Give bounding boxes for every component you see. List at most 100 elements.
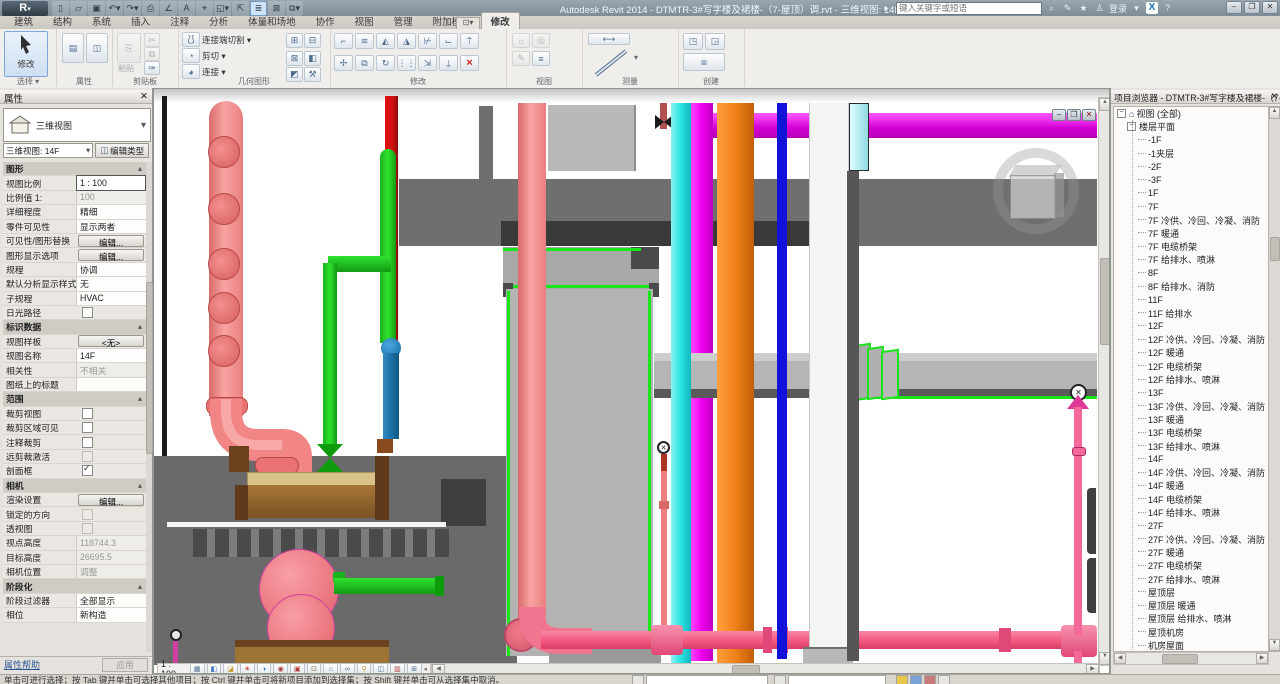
create-group-icon[interactable]: ◳ [683,33,703,50]
hotpink-coupling-1[interactable] [763,627,772,653]
property-row[interactable]: 图形 ▴ [3,162,146,176]
delete-icon[interactable]: × [460,55,479,71]
property-value[interactable]: 不相关 [76,363,146,376]
pipe-bracket[interactable] [377,439,393,453]
array-icon[interactable]: ⋮⋮ [397,55,416,71]
browser-floor-plan-item[interactable]: 12F 给排水、喷淋 [1114,373,1268,386]
valve-neck-pipe[interactable] [661,454,667,471]
ribbon-tab[interactable]: 注释 [160,12,199,29]
isolate-icon[interactable]: ◎ [532,33,550,48]
browser-floor-plan-item[interactable]: -2F [1114,160,1268,173]
sign-in-label[interactable]: 登录 [1109,2,1127,15]
property-value[interactable]: 全部显示 [76,594,146,607]
browser-floor-plan-item[interactable]: 27F 暖通 [1114,546,1268,559]
panel-create-label[interactable]: 创建 [678,76,744,87]
panel-measure-label[interactable]: 测量 [582,76,678,87]
exchange-apps-icon[interactable]: X [1146,2,1158,14]
pipe-flange-4[interactable] [208,292,240,324]
coping-label[interactable]: 连接端切割 ▾ [202,34,251,46]
lower-pad-edge[interactable] [235,640,389,647]
close-button[interactable]: ✕ [1262,1,1278,14]
property-row[interactable]: 相机 ▴ [3,479,146,493]
properties-header[interactable]: 属性 ✕ [0,90,152,104]
ribbon-tab[interactable]: 建筑 [4,12,43,29]
browser-floor-plan-item[interactable]: 14F [1114,453,1268,466]
ribbon-tab[interactable]: 系统 [82,12,121,29]
view-scale-value[interactable]: 1 : 100 [76,175,146,190]
property-row[interactable]: 子规程 HVAC [3,292,146,306]
copy-icon[interactable]: ⧉ [144,47,160,61]
mirror-axis-icon[interactable]: ◭ [376,33,395,49]
browser-floor-plan-item[interactable]: 12F 暖通 [1114,346,1268,359]
ribbon-tab[interactable]: 插入 [121,12,160,29]
pipe-flange-5[interactable] [208,335,240,367]
equipment-leg-left[interactable] [235,485,248,520]
pink-riser-coupling[interactable] [1072,447,1086,456]
match-type-icon[interactable]: ✑ [144,61,160,75]
collapse-icon[interactable]: − [1117,109,1126,118]
split-icon[interactable]: ⊬ [418,33,437,49]
equipment-leg-right[interactable] [375,456,389,520]
mirror-draw-icon[interactable]: ◮ [397,33,416,49]
ribbon-tab[interactable]: 结构 [43,12,82,29]
property-row[interactable]: 剖面框 [3,464,146,478]
property-row[interactable]: 可见性/图形替换 编辑... [3,234,146,248]
canvas-vertical-scrollbar[interactable]: ▲ ▼ [1098,97,1110,666]
property-row[interactable]: 渲染设置 编辑... [3,493,146,507]
property-row[interactable]: 默认分析显示样式 无 [3,277,146,291]
browser-floor-plan-item[interactable]: 屋顶层 暖通 [1114,599,1268,612]
constraints-icon[interactable]: ⊞ [407,663,422,674]
property-row[interactable]: 标识数据 ▴ [3,320,146,334]
property-row[interactable]: 相机位置 调整 [3,565,146,579]
ribbon-tab[interactable]: 管理 [384,12,423,29]
browser-floor-plan-item[interactable]: 7F [1114,200,1268,213]
hotpink-coupling-3[interactable] [999,628,1011,652]
favorites-star-icon[interactable]: ★ [1077,2,1090,14]
type-selector-dropdown-icon[interactable]: ▾ [141,120,146,131]
browser-floor-plan-item[interactable]: -1夹层 [1114,147,1268,160]
type-properties-icon[interactable]: ◫ [86,33,108,63]
modify-tool-button[interactable]: 修改 [4,31,48,77]
browser-floor-plan-item[interactable]: 13F 给排水、喷淋 [1114,439,1268,452]
equipment-body[interactable] [245,485,375,518]
wall-opening[interactable] [441,479,486,526]
cut-profile-icon[interactable]: ⟅⟆ [182,32,200,47]
riser-valve-icon[interactable]: ✕ [657,441,670,454]
property-row[interactable]: 图纸上的标题 [3,378,146,392]
tree-group-floor-plans[interactable]: − 楼层平面 [1114,120,1268,133]
property-value[interactable]: 118744.3 [76,536,146,549]
panel-geometry-label[interactable]: 几何图形 [178,76,330,87]
browser-floor-plan-item[interactable]: 27F [1114,519,1268,532]
render-icon[interactable]: ◉ [273,663,288,674]
vcb-more-icon[interactable]: ◂ [424,665,428,673]
help-icon[interactable]: ? [1161,2,1174,14]
browser-floor-plan-item[interactable]: 12F 冷供、冷回、冷凝、消防 [1114,333,1268,346]
property-value[interactable]: HVAC [76,292,146,305]
view-restore-button[interactable]: ❐ [1067,109,1081,121]
align-icon[interactable]: ⌐ [334,33,353,49]
property-row[interactable]: 锁定的方向 [3,507,146,521]
browser-floor-plan-item[interactable]: 8F [1114,267,1268,280]
duct-transition-fitting-3[interactable] [881,349,899,401]
property-checkbox[interactable] [82,437,93,448]
browser-floor-plan-item[interactable]: 7F 给排水、喷淋 [1114,253,1268,266]
property-value[interactable]: 无 [76,277,146,290]
property-row[interactable]: 目标高度 26695.5 [3,551,146,565]
tree-root-views[interactable]: − ⌂ 视图 (全部) [1114,107,1268,120]
browser-floor-plan-item[interactable]: 13F 电缆桥架 [1114,426,1268,439]
browser-floor-plan-item[interactable]: 27F 给排水、喷淋 [1114,572,1268,585]
property-value[interactable]: 14F [76,349,146,362]
crop-region-icon[interactable]: ⊡ [307,663,322,674]
property-checkbox[interactable] [82,307,93,318]
ribbon-tab[interactable]: 分析 [199,12,238,29]
browser-floor-plan-item[interactable]: -1F [1114,134,1268,147]
white-column[interactable] [809,103,849,659]
subscription-icon[interactable]: ✎ [1061,2,1074,14]
property-row[interactable]: 注释裁剪 [3,435,146,449]
sun-path-icon[interactable]: ☀ [240,663,255,674]
green-valve-top-cone[interactable] [317,444,343,458]
thin-salmon-pipe[interactable] [661,471,667,631]
property-checkbox[interactable] [82,408,93,419]
wall-joins-icon[interactable]: ⊞ [286,33,303,48]
exclude-options-icon[interactable] [910,675,922,684]
